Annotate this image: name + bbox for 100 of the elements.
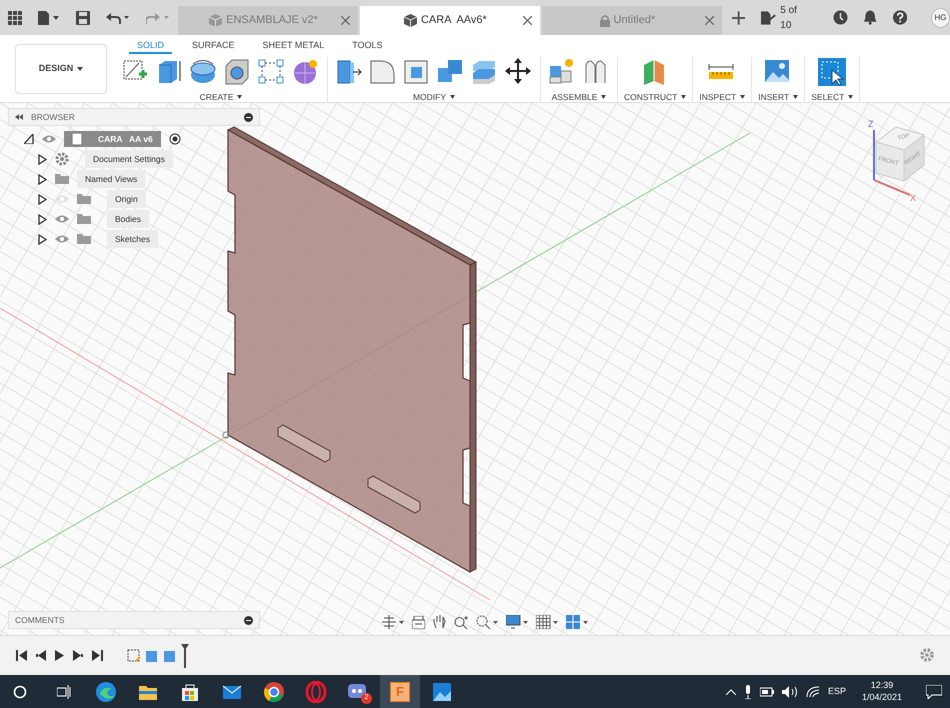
eye-icon[interactable] <box>42 135 56 143</box>
clock-time[interactable]: 12:39 <box>870 680 894 692</box>
browser-icon <box>95 680 117 702</box>
grid-settings-icon[interactable] <box>536 615 558 629</box>
skip-end-icon[interactable] <box>92 650 103 661</box>
skip-start-icon[interactable] <box>16 650 27 661</box>
viewports-icon[interactable] <box>566 615 588 629</box>
chevron-up-icon[interactable] <box>726 688 736 694</box>
display-settings-icon[interactable] <box>506 615 528 629</box>
tool-group-menu[interactable]: SELECT <box>811 91 854 104</box>
eye-icon[interactable] <box>55 235 69 243</box>
microphone-icon[interactable] <box>744 684 752 698</box>
panel-title: BROWSER <box>31 110 75 124</box>
pin-icon[interactable] <box>244 616 253 625</box>
save-icon[interactable] <box>76 10 90 24</box>
orbit-icon[interactable] <box>382 615 404 629</box>
pin-icon[interactable] <box>244 112 253 122</box>
close-icon[interactable] <box>340 16 350 25</box>
eye-icon[interactable] <box>55 215 69 223</box>
speaker-icon[interactable] <box>782 686 798 698</box>
ribbon-tab[interactable]: TOOLS <box>344 39 391 54</box>
tool-group-menu[interactable]: INSPECT <box>699 91 746 104</box>
settings-icon[interactable] <box>920 648 934 662</box>
browser-item[interactable]: Document Settings <box>85 150 173 168</box>
collapse-icon[interactable] <box>15 114 23 120</box>
ribbon-tab[interactable]: SURFACE <box>184 39 243 54</box>
caret-icon <box>77 67 84 71</box>
close-icon[interactable] <box>522 16 532 25</box>
tool-group-menu[interactable]: MODIFY <box>412 91 456 104</box>
caret-icon <box>740 95 746 100</box>
tool-group-menu[interactable]: CONSTRUCT <box>624 91 686 104</box>
folder-icon <box>55 174 69 184</box>
tool-group-menu[interactable]: ASSEMBLE <box>552 91 606 104</box>
undo-icon[interactable] <box>106 10 130 24</box>
help-icon[interactable] <box>892 10 907 25</box>
caret-icon <box>681 95 686 100</box>
caret-icon <box>601 95 606 100</box>
gear-icon <box>55 152 69 166</box>
battery-icon[interactable] <box>760 686 774 696</box>
pan-hand-icon[interactable] <box>433 615 446 629</box>
browser-item[interactable]: Sketches <box>107 230 158 248</box>
caret-icon <box>450 95 456 100</box>
task-view-icon[interactable] <box>57 684 71 698</box>
zoom-icon[interactable] <box>454 615 468 629</box>
component-icon <box>72 133 82 145</box>
language-indicator[interactable]: ESP <box>828 684 846 698</box>
ribbon-tab[interactable]: SHEET METAL <box>254 39 332 54</box>
notifications-icon[interactable] <box>926 684 942 698</box>
browser-header[interactable]: BROWSER <box>8 108 260 126</box>
close-icon[interactable] <box>704 16 714 25</box>
user-avatar[interactable]: HG <box>930 8 950 28</box>
lock-icon <box>600 14 610 26</box>
tab-title: ENSAMBLAJE v2* <box>226 13 318 28</box>
look-at-icon[interactable] <box>412 616 425 628</box>
app-grid-icon[interactable] <box>8 10 22 24</box>
activate-radio-icon[interactable] <box>168 133 181 145</box>
notification-bell-icon[interactable] <box>864 10 877 25</box>
folder-icon <box>77 234 91 244</box>
ribbon-tab[interactable]: SOLID <box>129 39 172 54</box>
browser-item[interactable]: Bodies <box>107 210 149 228</box>
timeline-marker-icon[interactable] <box>181 644 189 668</box>
job-status[interactable]: 5 of 10 <box>761 2 810 32</box>
clock-icon[interactable] <box>833 10 848 25</box>
part-icon <box>404 14 417 27</box>
sketch-feature-icon[interactable] <box>127 648 141 662</box>
photo-icon <box>431 680 453 702</box>
tab-title: CARA AAv6* <box>420 13 487 28</box>
search-icon[interactable] <box>13 684 27 698</box>
file-menu-icon[interactable] <box>38 10 60 24</box>
play-icon[interactable] <box>54 650 65 661</box>
tool-group-menu[interactable]: CREATE <box>200 91 242 104</box>
tool-group-menu[interactable]: INSERT <box>758 91 798 104</box>
expand-arrow-icon[interactable] <box>38 214 47 224</box>
caret-icon <box>793 95 798 100</box>
caret-icon <box>848 95 854 100</box>
expand-arrow-icon[interactable] <box>38 154 47 164</box>
expand-arrow-icon[interactable] <box>38 194 47 204</box>
comments-header[interactable]: COMMENTS <box>8 611 260 629</box>
browser-item[interactable]: Named Views <box>77 170 146 188</box>
opera-icon <box>305 680 327 702</box>
chrome-icon <box>263 680 285 702</box>
tab-title: Untitled* <box>614 13 656 28</box>
app-logo: F <box>390 682 410 702</box>
browser-item[interactable]: Origin <box>107 190 146 208</box>
caret-icon <box>237 95 242 100</box>
step-forward-icon[interactable] <box>73 650 84 661</box>
part-icon <box>209 14 222 27</box>
extrude-feature-icon[interactable] <box>145 648 159 662</box>
expand-arrow-icon[interactable] <box>38 234 47 244</box>
expand-arrow-icon[interactable] <box>24 134 34 144</box>
expand-arrow-icon[interactable] <box>38 174 47 184</box>
select-icon[interactable] <box>817 57 848 87</box>
clock-date[interactable]: 1/04/2021 <box>862 692 902 703</box>
step-back-icon[interactable] <box>35 650 46 661</box>
wifi-icon[interactable] <box>806 686 820 698</box>
fit-icon[interactable] <box>476 615 498 629</box>
document-tab[interactable]: CARA AAv6* <box>360 6 542 35</box>
panel-title: COMMENTS <box>15 614 65 626</box>
workspace-dropdown[interactable]: DESIGN <box>15 44 107 94</box>
new-tab-icon[interactable] <box>732 10 746 24</box>
